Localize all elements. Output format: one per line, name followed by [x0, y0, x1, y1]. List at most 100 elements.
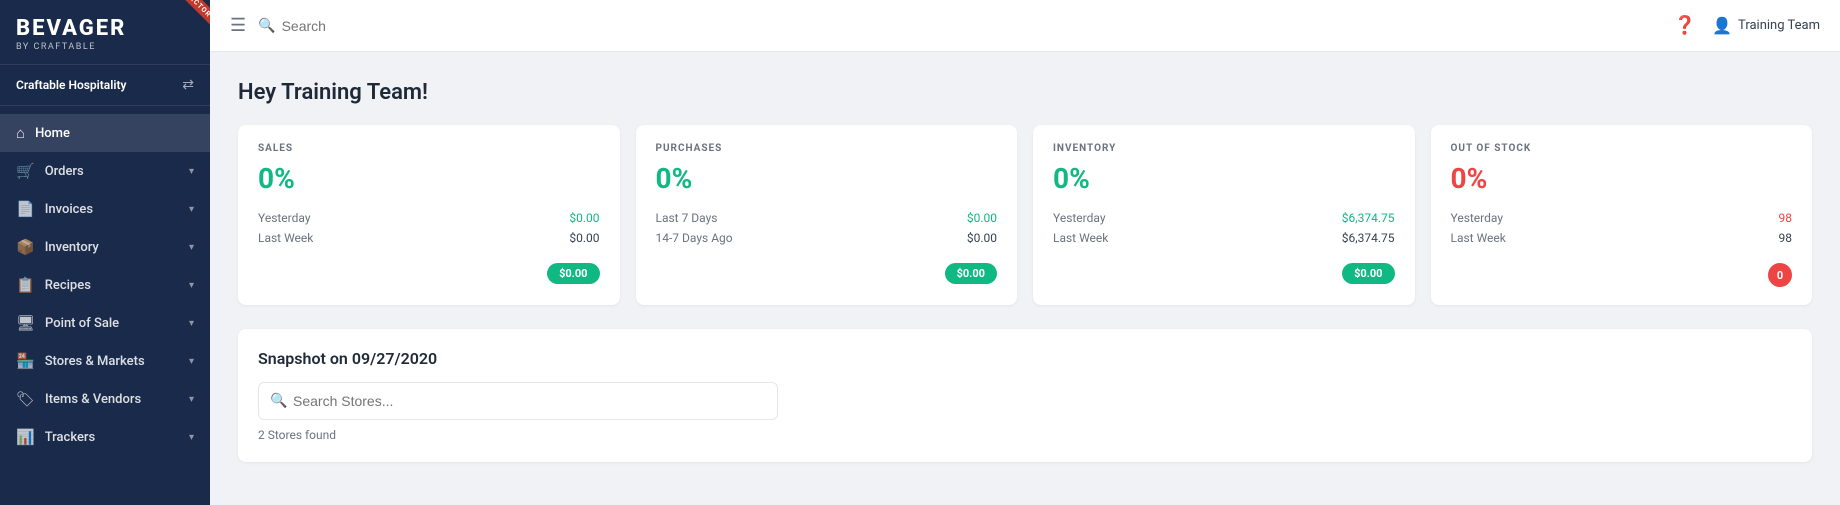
orders-icon: 🛒 — [16, 162, 35, 180]
stat-row-label: Yesterday — [258, 211, 311, 225]
sidebar-item-trackers[interactable]: 📊 Trackers ▾ — [0, 418, 210, 456]
stat-card-sales: SALES 0% Yesterday $0.00 Last Week $0.00… — [238, 125, 620, 305]
chevron-icon: ▾ — [189, 394, 194, 405]
logo-container: BEVAGER BY CRAFTABLE DIRECTOR — [0, 0, 210, 65]
stores-markets-icon: 🏪 — [16, 352, 35, 370]
user-name: Training Team — [1738, 18, 1820, 33]
stat-row: Last 7 Days $0.00 — [656, 211, 998, 225]
sidebar-item-orders[interactable]: 🛒 Orders ▾ — [0, 152, 210, 190]
stat-row-value: 98 — [1779, 211, 1793, 225]
stat-row-label: Yesterday — [1053, 211, 1106, 225]
org-selector[interactable]: Craftable Hospitality ⇄ — [0, 65, 210, 106]
stat-row: Last Week $6,374.75 — [1053, 231, 1395, 245]
stat-badge-inventory: $0.00 — [1342, 263, 1394, 284]
chevron-icon: ▾ — [189, 280, 194, 291]
home-icon: ⌂ — [16, 124, 25, 142]
chevron-icon: ▾ — [189, 356, 194, 367]
search-stores-icon: 🔍 — [270, 393, 287, 409]
help-icon[interactable]: ❓ — [1674, 15, 1696, 36]
sidebar-item-point-of-sale[interactable]: 🖥 Point of Sale ▾ — [0, 304, 210, 342]
stat-row-value: $0.00 — [967, 211, 997, 225]
stat-row: Yesterday $0.00 — [258, 211, 600, 225]
chevron-icon: ▾ — [189, 166, 194, 177]
chevron-icon: ▾ — [189, 318, 194, 329]
stat-row-label: 14-7 Days Ago — [656, 231, 733, 245]
sidebar-item-invoices[interactable]: 📄 Invoices ▾ — [0, 190, 210, 228]
nav-menu: ⌂ Home 🛒 Orders ▾ 📄 Invoices ▾ 📦 Invento… — [0, 106, 210, 505]
stat-row: Last Week $0.00 — [258, 231, 600, 245]
main-area: ☰ 🔍 ❓ 👤 Training Team Hey Training Team!… — [210, 0, 1840, 505]
trackers-icon: 📊 — [16, 428, 35, 446]
stat-row-label: Yesterday — [1451, 211, 1504, 225]
stat-value-inventory: 0% — [1053, 162, 1395, 195]
switch-icon: ⇄ — [182, 77, 194, 93]
stat-row-value: $6,374.75 — [1342, 231, 1395, 245]
stat-row-label: Last Week — [1451, 231, 1506, 245]
user-info[interactable]: 👤 Training Team — [1712, 16, 1820, 35]
logo-sub: BY CRAFTABLE — [16, 42, 194, 52]
nav-label-trackers: Trackers — [45, 430, 96, 445]
point-of-sale-icon: 🖥 — [16, 314, 35, 332]
search-icon: 🔍 — [258, 18, 275, 34]
stat-label-out-of-stock: OUT OF STOCK — [1451, 143, 1793, 154]
content-area: Hey Training Team! SALES 0% Yesterday $0… — [210, 52, 1840, 505]
stores-found: 2 Stores found — [258, 428, 1792, 442]
nav-label-inventory: Inventory — [45, 240, 99, 255]
stat-footer: $0.00 — [258, 253, 600, 284]
stat-row-value: $0.00 — [967, 231, 997, 245]
nav-label-invoices: Invoices — [45, 202, 93, 217]
stat-row-value: 98 — [1779, 231, 1793, 245]
nav-label-home: Home — [35, 126, 70, 141]
header-search: 🔍 — [258, 18, 1662, 34]
nav-label-recipes: Recipes — [45, 278, 91, 293]
stat-card-out-of-stock: OUT OF STOCK 0% Yesterday 98 Last Week 9… — [1431, 125, 1813, 305]
search-input[interactable] — [282, 18, 482, 34]
nav-label-point-of-sale: Point of Sale — [45, 316, 119, 331]
stat-footer: $0.00 — [1053, 253, 1395, 284]
recipes-icon: 📋 — [16, 276, 35, 294]
nav-label-items-vendors: Items & Vendors — [45, 392, 141, 407]
search-stores-input[interactable] — [258, 382, 778, 420]
stat-row: Yesterday 98 — [1451, 211, 1793, 225]
stats-grid: SALES 0% Yesterday $0.00 Last Week $0.00… — [238, 125, 1812, 305]
invoices-icon: 📄 — [16, 200, 35, 218]
stat-badge-sales: $0.00 — [547, 263, 599, 284]
org-name: Craftable Hospitality — [16, 78, 126, 92]
stat-row-value: $6,374.75 — [1342, 211, 1395, 225]
sidebar-item-recipes[interactable]: 📋 Recipes ▾ — [0, 266, 210, 304]
stat-row-label: Last Week — [258, 231, 313, 245]
stat-row: 14-7 Days Ago $0.00 — [656, 231, 998, 245]
logo-text: BEVAGER — [16, 18, 194, 40]
items-vendors-icon: 🏷 — [16, 390, 35, 408]
chevron-icon: ▾ — [189, 432, 194, 443]
nav-label-orders: Orders — [45, 164, 84, 179]
stat-badge-purchases: $0.00 — [945, 263, 997, 284]
stat-row-value: $0.00 — [569, 231, 599, 245]
stat-label-sales: SALES — [258, 143, 600, 154]
stat-row: Yesterday $6,374.75 — [1053, 211, 1395, 225]
sidebar-item-inventory[interactable]: 📦 Inventory ▾ — [0, 228, 210, 266]
snapshot-title: Snapshot on 09/27/2020 — [258, 349, 1792, 368]
inventory-icon: 📦 — [16, 238, 35, 256]
search-stores-wrapper: 🔍 — [258, 382, 778, 420]
sidebar-item-stores-markets[interactable]: 🏪 Stores & Markets ▾ — [0, 342, 210, 380]
sidebar-item-items-vendors[interactable]: 🏷 Items & Vendors ▾ — [0, 380, 210, 418]
chevron-icon: ▾ — [189, 242, 194, 253]
stat-badge-out-of-stock: 0 — [1768, 263, 1792, 287]
hamburger-icon[interactable]: ☰ — [230, 15, 246, 36]
sidebar: BEVAGER BY CRAFTABLE DIRECTOR Craftable … — [0, 0, 210, 505]
page-title: Hey Training Team! — [238, 80, 1812, 105]
stat-card-inventory: INVENTORY 0% Yesterday $6,374.75 Last We… — [1033, 125, 1415, 305]
stat-value-purchases: 0% — [656, 162, 998, 195]
chevron-icon: ▾ — [189, 204, 194, 215]
stat-value-sales: 0% — [258, 162, 600, 195]
stat-row: Last Week 98 — [1451, 231, 1793, 245]
nav-label-stores-markets: Stores & Markets — [45, 354, 145, 369]
stat-card-purchases: PURCHASES 0% Last 7 Days $0.00 14-7 Days… — [636, 125, 1018, 305]
stat-row-label: Last Week — [1053, 231, 1108, 245]
stat-row-label: Last 7 Days — [656, 211, 718, 225]
stat-row-value: $0.00 — [569, 211, 599, 225]
stat-label-inventory: INVENTORY — [1053, 143, 1395, 154]
sidebar-item-home[interactable]: ⌂ Home — [0, 114, 210, 152]
header: ☰ 🔍 ❓ 👤 Training Team — [210, 0, 1840, 52]
